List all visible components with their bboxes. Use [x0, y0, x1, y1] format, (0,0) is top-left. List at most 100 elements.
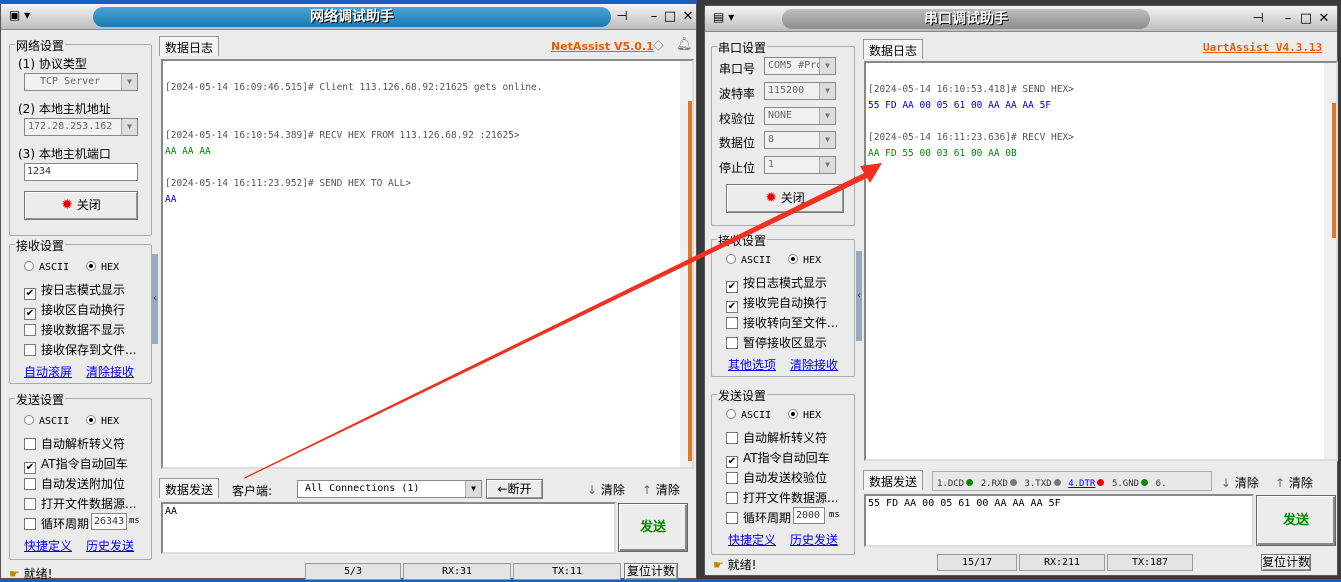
app-menu-icon[interactable]: ▤ ▾ — [713, 10, 734, 24]
netassist-window: ▣ ▾ 网络调试助手 ⊣ – □ ✕ 网络设置 (1) 协议类型 TCP Ser… — [0, 3, 697, 581]
port-input[interactable]: 1234 — [24, 163, 138, 181]
maximize-button[interactable]: □ — [663, 9, 677, 24]
pin-icon[interactable]: ⊣ — [1251, 11, 1265, 26]
app-menu-icon[interactable]: ▣ ▾ — [9, 8, 30, 22]
radio-label: HEX — [101, 262, 120, 273]
pin-txd: 3.TXD — [1024, 479, 1061, 489]
minimize-button[interactable]: – — [1281, 11, 1295, 26]
reset-count-button[interactable]: 复位计数 — [624, 563, 678, 580]
radio-label: ASCII — [741, 255, 772, 266]
send-option-checkbox[interactable]: 打开文件数据源... — [726, 489, 838, 506]
collapse-panel-handle[interactable]: ‹ — [152, 254, 158, 344]
recv-ascii-radio[interactable]: ASCII — [24, 261, 69, 273]
maximize-button[interactable]: □ — [1299, 11, 1313, 26]
send-hex-radio[interactable]: HEX — [788, 409, 821, 421]
cycle-checkbox[interactable]: 循环周期 — [726, 509, 791, 526]
stopbits-value: 1 — [768, 159, 775, 170]
stopbits-select[interactable]: 1 ▼ — [764, 156, 836, 174]
send-hex-radio[interactable]: HEX — [86, 415, 119, 427]
send-option-checkbox[interactable]: ✔ AT指令自动回车 — [24, 455, 128, 474]
tab-data-send[interactable]: 数据发送 — [863, 470, 924, 490]
cycle-input[interactable]: 2000 — [793, 507, 825, 524]
auto-scroll-link[interactable]: 自动滚屏 — [24, 363, 72, 380]
log-header: [2024-05-14 16:09:46.515]# Client 113.12… — [165, 82, 543, 93]
tab-data-log[interactable]: 数据日志 — [863, 39, 924, 59]
close-connection-button[interactable]: ✹ 关闭 — [24, 191, 138, 220]
send-option-checkbox[interactable]: 打开文件数据源... — [24, 495, 136, 512]
recv-hex-radio[interactable]: HEX — [788, 254, 821, 266]
recv-option-checkbox[interactable]: ✔ 接收完自动换行 — [726, 294, 827, 313]
clear-recv-link[interactable]: 清除接收 — [790, 356, 838, 373]
checkbox-label: 接收转向至文件... — [743, 316, 839, 330]
disconnect-button[interactable]: ←断开 — [486, 479, 543, 499]
protocol-select[interactable]: TCP Server ▼ — [24, 73, 138, 91]
clear-send-button[interactable]: ↓ 清除 — [587, 481, 625, 498]
send-option-checkbox[interactable]: 自动发送校验位 — [726, 469, 827, 486]
tab-data-send[interactable]: 数据发送 — [159, 478, 220, 498]
databits-select[interactable]: 8 ▼ — [764, 131, 836, 149]
recv-hex-radio[interactable]: HEX — [86, 261, 119, 273]
group-title: 接收设置 — [15, 237, 66, 254]
log-scrollbar[interactable] — [1324, 63, 1336, 459]
clear-down-icon: ↓ — [587, 483, 598, 497]
send-option-checkbox[interactable]: 自动发送附加位 — [24, 475, 125, 492]
radio-label: HEX — [803, 410, 822, 421]
pin-icon[interactable]: ⊣ — [615, 9, 629, 24]
recv-option-checkbox[interactable]: 接收数据不显示 — [24, 321, 125, 338]
history-send-link[interactable]: 历史发送 — [86, 537, 134, 554]
quick-define-link[interactable]: 快捷定义 — [24, 537, 72, 554]
host-select[interactable]: 172.28.253.162 ▼ — [24, 118, 138, 136]
status-dot-icon — [1141, 479, 1149, 486]
reset-count-button[interactable]: 复位计数 — [1261, 554, 1311, 571]
recv-option-checkbox[interactable]: 接收保存到文件... — [24, 341, 136, 358]
recv-option-checkbox[interactable]: 暂停接收区显示 — [726, 334, 827, 351]
group-title: 发送设置 — [717, 387, 768, 404]
cycle-checkbox[interactable]: 循环周期 — [24, 515, 89, 532]
recv-option-checkbox[interactable]: ✔ 按日志模式显示 — [24, 281, 125, 300]
history-send-link[interactable]: 历史发送 — [790, 531, 838, 548]
cycle-input[interactable]: 26343 — [91, 513, 127, 530]
status-tx: TX:11 — [513, 563, 621, 580]
bell-icon[interactable]: 🔔︎ — [676, 37, 693, 52]
close-button[interactable]: ✕ — [681, 9, 695, 24]
parity-select[interactable]: NONE ▼ — [764, 107, 836, 125]
receive-log[interactable]: [2024-05-14 16:09:46.515]# Client 113.12… — [161, 59, 694, 469]
brand-link[interactable]: UartAssist V4.3.13 — [1203, 41, 1322, 54]
pin-label[interactable]: 4.DTR — [1068, 479, 1095, 489]
send-option-checkbox[interactable]: 自动解析转义符 — [24, 435, 125, 452]
send-ascii-radio[interactable]: ASCII — [726, 409, 771, 421]
recv-option-checkbox[interactable]: 接收转向至文件... — [726, 314, 838, 331]
other-options-link[interactable]: 其他选项 — [728, 356, 776, 373]
send-textarea[interactable]: 55 FD AA 00 05 61 00 AA AA AA 5F — [864, 494, 1254, 547]
clear-recv-button[interactable]: ↑ 清除 — [642, 481, 680, 498]
pin-dtr[interactable]: 4.DTR — [1068, 479, 1105, 489]
brand-link[interactable]: NetAssist V5.0.1 — [551, 40, 654, 53]
baud-select[interactable]: 115200 ▼ — [764, 82, 836, 100]
tab-data-log[interactable]: 数据日志 — [159, 36, 220, 56]
send-ascii-radio[interactable]: ASCII — [24, 415, 69, 427]
minimize-button[interactable]: – — [647, 9, 661, 24]
log-scrollbar[interactable] — [680, 61, 692, 467]
collapse-panel-handle[interactable]: ‹ — [856, 251, 862, 341]
clear-recv-button[interactable]: ↑ 清除 — [1275, 474, 1313, 491]
close-port-button[interactable]: ✹ 关闭 — [726, 184, 844, 213]
port-select[interactable]: COM5 #Pro ▼ — [764, 57, 836, 75]
send-button[interactable]: 发送 — [1256, 495, 1336, 546]
clear-recv-link[interactable]: 清除接收 — [86, 363, 134, 380]
recv-option-checkbox[interactable]: ✔ 接收区自动换行 — [24, 301, 125, 320]
send-option-checkbox[interactable]: 自动解析转义符 — [726, 429, 827, 446]
receive-log[interactable]: [2024-05-14 16:10:53.418]# SEND HEX> 55 … — [864, 61, 1338, 461]
title-bar[interactable]: ▣ ▾ 网络调试助手 ⊣ – □ ✕ — [1, 4, 696, 30]
send-button[interactable]: 发送 — [618, 503, 688, 552]
clear-send-button[interactable]: ↓ 清除 — [1221, 474, 1259, 491]
diamond-icon[interactable]: ◇ — [653, 37, 664, 53]
quick-define-link[interactable]: 快捷定义 — [728, 531, 776, 548]
recv-option-checkbox[interactable]: ✔ 按日志模式显示 — [726, 274, 827, 293]
send-textarea[interactable]: AA — [161, 502, 616, 554]
send-option-checkbox[interactable]: ✔ AT指令自动回车 — [726, 449, 830, 468]
recv-ascii-radio[interactable]: ASCII — [726, 254, 771, 266]
chevron-down-icon: ▼ — [121, 119, 137, 135]
client-select[interactable]: All Connections (1) ▼ — [297, 480, 482, 498]
close-button[interactable]: ✕ — [1317, 11, 1331, 26]
title-bar[interactable]: ▤ ▾ 串口调试助手 ⊣ – □ ✕ — [705, 6, 1337, 32]
